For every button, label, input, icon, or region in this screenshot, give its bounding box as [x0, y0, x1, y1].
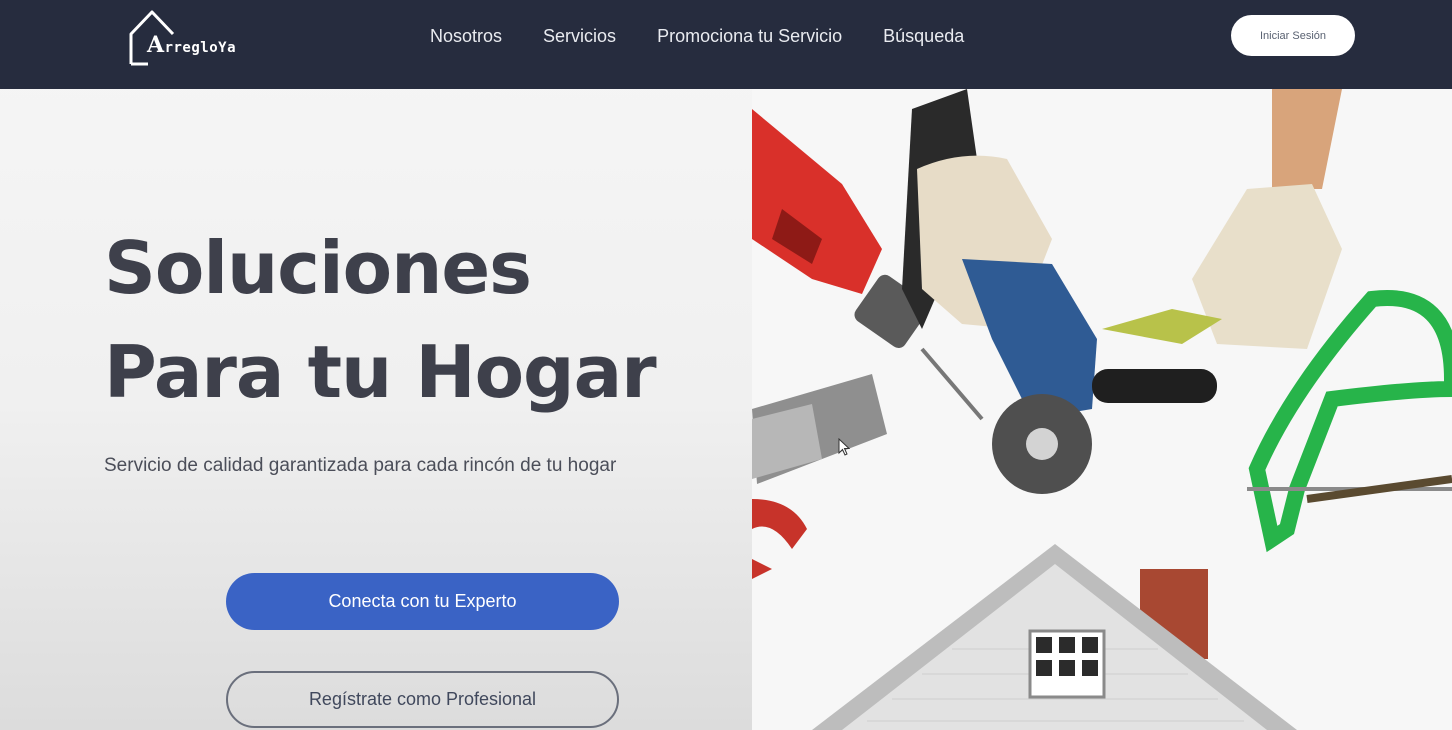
- mouse-pointer-icon: [838, 438, 850, 456]
- nav-link-nosotros[interactable]: Nosotros: [430, 24, 502, 48]
- nav-link-servicios[interactable]: Servicios: [543, 24, 616, 48]
- register-professional-button[interactable]: Regístrate como Profesional: [226, 671, 619, 728]
- navbar: ArregloYa Nosotros Servicios Promociona …: [0, 0, 1452, 89]
- hero-title-line1: Soluciones: [104, 226, 532, 310]
- nav-link-busqueda[interactable]: Búsqueda: [883, 24, 964, 48]
- login-button[interactable]: Iniciar Sesión: [1231, 15, 1355, 56]
- connect-expert-button[interactable]: Conecta con tu Experto: [226, 573, 619, 630]
- hero-title-line2: Para tu Hogar: [104, 330, 657, 414]
- hero-subtitle: Servicio de calidad garantizada para cad…: [104, 455, 617, 476]
- main-nav: Nosotros Servicios Promociona tu Servici…: [430, 24, 964, 48]
- logo-wordmark[interactable]: ArregloYa: [147, 32, 236, 58]
- tools-house-image: [752, 89, 1452, 730]
- hero-title: Soluciones Para tu Hogar: [104, 216, 657, 424]
- nav-link-promociona[interactable]: Promociona tu Servicio: [657, 24, 842, 48]
